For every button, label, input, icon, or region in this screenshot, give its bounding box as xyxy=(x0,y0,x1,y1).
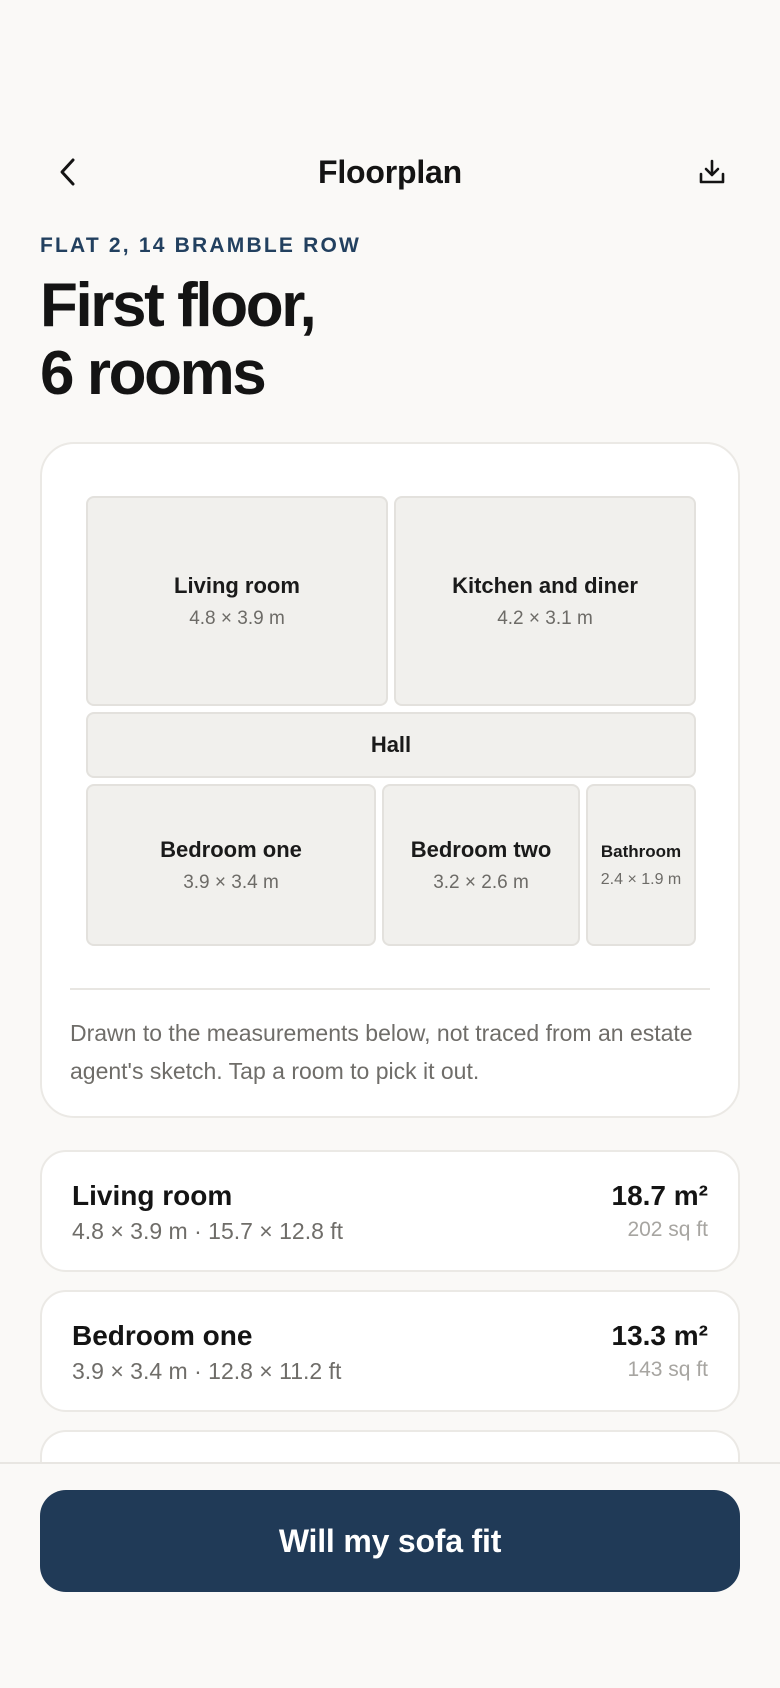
card-divider xyxy=(70,988,710,990)
room-list-area: 13.3 m² xyxy=(611,1320,709,1351)
top-nav: Floorplan xyxy=(0,140,780,202)
plan-room-name: Kitchen and diner xyxy=(452,572,638,598)
plan-room-name: Bathroom xyxy=(600,841,682,861)
floorplan-screen: Floorplan FLAT 2, 14 BRAMBLE ROW First f… xyxy=(0,0,780,1688)
room-list-name: Bedroom one xyxy=(72,1320,253,1351)
plan-room-dims: 2.4 × 1.9 m xyxy=(600,870,682,888)
download-icon xyxy=(699,159,725,184)
headline-line-1: First floor, xyxy=(40,271,317,340)
plan-room-name: Hall xyxy=(370,732,412,757)
plan-room-dims: 4.8 × 3.9 m xyxy=(189,607,285,629)
floorplan-card: Living room 4.8 × 3.9 m Kitchen and dine… xyxy=(40,442,740,1118)
plan-room-living[interactable]: Living room 4.8 × 3.9 m xyxy=(86,496,388,706)
room-list-dims: 3.9 × 3.4 m · 12.8 × 11.2 ft xyxy=(72,1358,342,1384)
plan-room-kitchen[interactable]: Kitchen and diner 4.2 × 3.1 m xyxy=(394,496,696,706)
plan-room-name: Bedroom one xyxy=(160,836,302,862)
page-title: Floorplan xyxy=(318,154,462,190)
bottom-action-bar: Will my sofa fit xyxy=(0,1462,780,1688)
download-button[interactable] xyxy=(692,152,732,192)
room-list-area: 18.7 m² xyxy=(611,1180,709,1211)
plan-room-dims: 3.9 × 3.4 m xyxy=(183,871,279,893)
plan-room-bedroom-two[interactable]: Bedroom two 3.2 × 2.6 m xyxy=(382,784,580,946)
plan-note: Drawn to the measurements below, not tra… xyxy=(70,1020,693,1084)
plan-room-name: Living room xyxy=(174,572,300,598)
sofa-fit-button[interactable]: Will my sofa fit xyxy=(40,1490,740,1592)
plan-room-hall[interactable]: Hall xyxy=(86,712,696,778)
plan-room-bathroom[interactable]: Bathroom 2.4 × 1.9 m xyxy=(586,784,696,946)
room-list-name: Living room xyxy=(72,1180,233,1211)
plan-room-dims: 4.2 × 3.1 m xyxy=(497,607,593,629)
plan-room-bedroom-one[interactable]: Bedroom one 3.9 × 3.4 m xyxy=(86,784,376,946)
room-list-sqft: 202 sq ft xyxy=(627,1218,708,1241)
room-list-item[interactable]: Living room 4.8 × 3.9 m · 15.7 × 12.8 ft… xyxy=(40,1150,740,1272)
headline-line-2: 6 rooms xyxy=(40,339,267,408)
floor-headline: First floor, 6 rooms xyxy=(40,272,740,408)
room-list-sqft: 143 sq ft xyxy=(627,1358,708,1381)
plan-room-dims: 3.2 × 2.6 m xyxy=(433,871,529,893)
room-list-item[interactable]: Bedroom one 3.9 × 3.4 m · 12.8 × 11.2 ft… xyxy=(40,1290,740,1412)
property-address: FLAT 2, 14 BRAMBLE ROW xyxy=(40,234,362,257)
room-list-dims: 4.8 × 3.9 m · 15.7 × 12.8 ft xyxy=(72,1218,344,1244)
plan-room-name: Bedroom two xyxy=(410,836,552,862)
